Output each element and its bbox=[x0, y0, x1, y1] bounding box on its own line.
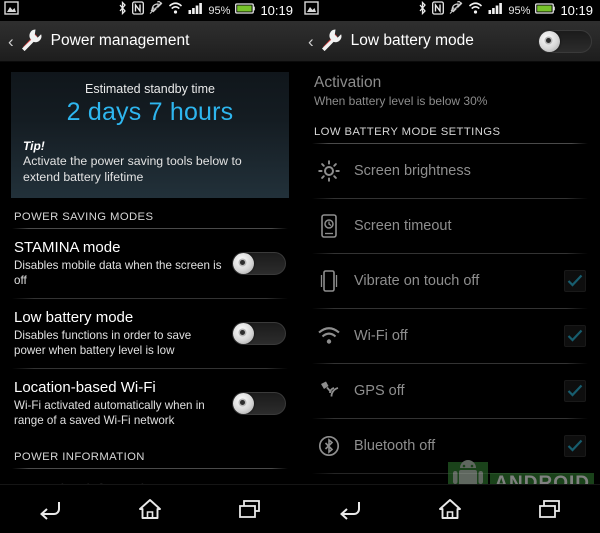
clock: 10:19 bbox=[560, 3, 593, 18]
row-bluetooth-off[interactable]: Bluetooth off bbox=[300, 419, 600, 473]
tip-label: Tip! bbox=[23, 139, 45, 153]
dual-screenshot: 95% 10:19 ‹ Power management Estimated s… bbox=[0, 0, 600, 533]
back-icon[interactable] bbox=[322, 489, 378, 529]
recents-icon[interactable] bbox=[522, 489, 578, 529]
row-low-battery-mode[interactable]: Low battery mode Disables functions in o… bbox=[0, 299, 300, 368]
back-icon[interactable] bbox=[22, 489, 78, 529]
standby-value: 2 days 7 hours bbox=[66, 98, 234, 126]
battery-icon bbox=[535, 2, 556, 20]
section-low-battery-mode-settings: LOW BATTERY MODE SETTINGS bbox=[314, 126, 501, 138]
status-bar-notifications bbox=[4, 1, 19, 20]
row-label: Screen timeout bbox=[354, 218, 452, 234]
image-icon bbox=[4, 1, 19, 20]
row-wifi-off[interactable]: Wi-Fi off bbox=[300, 309, 600, 363]
toggle-knob bbox=[539, 30, 560, 52]
battery-percent: 95% bbox=[508, 4, 531, 17]
wifi-off-checkbox[interactable] bbox=[564, 325, 586, 347]
signal-icon bbox=[188, 1, 203, 20]
row-screen-timeout[interactable]: Screen timeout bbox=[300, 199, 600, 253]
screen-timeout-icon bbox=[314, 214, 344, 238]
signal-icon bbox=[488, 1, 503, 20]
image-icon bbox=[304, 1, 319, 20]
brightness-icon bbox=[314, 160, 344, 182]
row-label: Vibrate on touch off bbox=[354, 273, 480, 289]
status-bar: 95% 10:19 bbox=[0, 0, 300, 21]
tools-icon bbox=[318, 27, 344, 56]
left-page-title: Power management bbox=[50, 32, 190, 49]
nfc-icon bbox=[432, 1, 445, 20]
recents-icon[interactable] bbox=[222, 489, 278, 529]
toggle-knob bbox=[233, 323, 254, 345]
row-gps-off[interactable]: GPS off bbox=[300, 364, 600, 418]
right-screen: 95% 10:19 ‹ Low battery mode Activation bbox=[300, 0, 600, 533]
battery-icon bbox=[235, 2, 256, 20]
clock: 10:19 bbox=[260, 3, 293, 18]
gps-off-checkbox[interactable] bbox=[564, 380, 586, 402]
left-action-bar: ‹ Power management bbox=[0, 21, 300, 62]
status-bar: 95% 10:19 bbox=[300, 0, 600, 21]
row-subtitle: Disables mobile data when the screen is … bbox=[14, 259, 222, 287]
activation-subtitle: When battery level is below 30% bbox=[314, 94, 488, 108]
bluetooth-icon bbox=[118, 0, 127, 20]
low-battery-mode-master-toggle[interactable] bbox=[538, 29, 592, 53]
battery-percent: 95% bbox=[208, 4, 231, 17]
tools-icon bbox=[18, 27, 44, 56]
bluetooth-off-checkbox[interactable] bbox=[564, 435, 586, 457]
left-screen: 95% 10:19 ‹ Power management Estimated s… bbox=[0, 0, 300, 533]
vibrate-icon bbox=[149, 0, 163, 20]
right-page-title: Low battery mode bbox=[350, 32, 474, 49]
location-based-wifi-toggle[interactable] bbox=[232, 392, 286, 416]
row-subtitle: Wi-Fi activated automatically when in ra… bbox=[14, 399, 205, 427]
wifi-icon bbox=[314, 326, 344, 346]
home-icon[interactable] bbox=[422, 489, 478, 529]
row-title: Location-based Wi-Fi bbox=[14, 379, 156, 397]
low-battery-mode-toggle[interactable] bbox=[232, 322, 286, 346]
right-action-bar: ‹ Low battery mode bbox=[300, 21, 600, 62]
bluetooth-icon bbox=[314, 435, 344, 457]
back-chevron-icon[interactable]: ‹ bbox=[6, 33, 18, 50]
gps-icon bbox=[314, 380, 344, 402]
status-bar-icons: 95% 10:19 bbox=[418, 0, 596, 20]
row-label: GPS off bbox=[354, 383, 405, 399]
tip-text: Activate the power saving tools below to… bbox=[23, 154, 242, 184]
row-title: STAMINA mode bbox=[14, 239, 121, 257]
wifi-icon bbox=[468, 1, 483, 20]
row-vibrate-on-touch-off[interactable]: Vibrate on touch off bbox=[300, 254, 600, 308]
vibrate-icon bbox=[449, 0, 463, 20]
row-subtitle: Disables functions in order to save powe… bbox=[14, 329, 192, 357]
section-power-information: POWER INFORMATION bbox=[14, 451, 145, 464]
activation-title: Activation bbox=[314, 74, 382, 91]
left-navigation-bar[interactable] bbox=[0, 484, 300, 533]
row-label: Screen brightness bbox=[354, 163, 471, 179]
status-bar-icons: 95% 10:19 bbox=[118, 0, 296, 20]
toggle-knob bbox=[233, 393, 254, 415]
stamina-mode-toggle[interactable] bbox=[232, 252, 286, 276]
left-content[interactable]: Estimated standby time 2 days 7 hours Ti… bbox=[0, 62, 300, 485]
right-navigation-bar[interactable] bbox=[300, 484, 600, 533]
bluetooth-icon bbox=[418, 0, 427, 20]
wifi-icon bbox=[168, 1, 183, 20]
home-icon[interactable] bbox=[122, 489, 178, 529]
activation-block[interactable]: Activation When battery level is below 3… bbox=[300, 62, 600, 108]
row-text: Location-based Wi-Fi Wi-Fi activated aut… bbox=[14, 379, 232, 428]
standby-info-card: Estimated standby time 2 days 7 hours Ti… bbox=[11, 72, 289, 199]
nfc-icon bbox=[132, 1, 145, 20]
toggle-knob bbox=[233, 253, 254, 275]
row-label: Bluetooth off bbox=[354, 438, 436, 454]
standby-label: Estimated standby time bbox=[85, 82, 215, 96]
right-content[interactable]: Activation When battery level is below 3… bbox=[300, 62, 600, 485]
back-chevron-icon[interactable]: ‹ bbox=[306, 33, 318, 50]
row-stamina-mode[interactable]: STAMINA mode Disables mobile data when t… bbox=[0, 229, 300, 298]
row-status-bar-information[interactable]: Status bar information bbox=[0, 469, 300, 485]
row-location-based-wifi[interactable]: Location-based Wi-Fi Wi-Fi activated aut… bbox=[0, 369, 300, 438]
row-label: Wi-Fi off bbox=[354, 328, 408, 344]
row-screen-brightness[interactable]: Screen brightness bbox=[300, 144, 600, 198]
vibrate-off-checkbox[interactable] bbox=[564, 270, 586, 292]
row-text: STAMINA mode Disables mobile data when t… bbox=[14, 239, 232, 288]
section-power-saving-modes: POWER SAVING MODES bbox=[14, 211, 154, 224]
row-title: Low battery mode bbox=[14, 309, 134, 327]
vibrate-icon bbox=[314, 269, 344, 293]
row-text: Low battery mode Disables functions in o… bbox=[14, 309, 232, 358]
status-bar-notifications bbox=[304, 1, 319, 20]
